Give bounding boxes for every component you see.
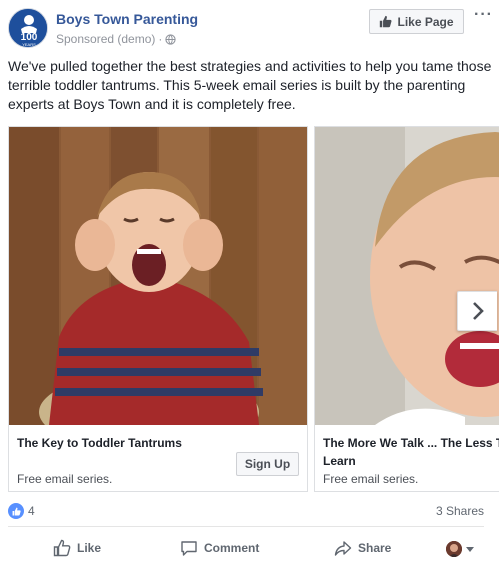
like-action-label: Like	[77, 541, 102, 555]
like-reaction-icon	[8, 503, 24, 519]
shares-count[interactable]: 3 Shares	[436, 504, 484, 518]
page-name-link[interactable]: Boys Town Parenting	[56, 11, 198, 27]
card-image-toddler-covering-ears[interactable]	[9, 127, 307, 425]
reactions-count: 4	[28, 504, 35, 518]
page-logo: 100 YEARS	[9, 9, 47, 47]
actor-photo	[446, 541, 462, 557]
card-description: Free email series.	[323, 472, 419, 486]
sponsored-post: 100 YEARS Boys Town Parenting Sponsored …	[0, 0, 499, 563]
toddler-photo	[9, 127, 307, 425]
comment-icon	[181, 541, 197, 556]
post-text: We've pulled together the best strategie…	[8, 58, 492, 112]
avatar-badge-sub: YEARS	[22, 42, 36, 47]
more-options-icon[interactable]: ···	[474, 7, 493, 23]
carousel-card[interactable]: The Key to Toddler Tantrums Sign Up Free…	[8, 126, 308, 492]
share-action-button[interactable]: Share	[334, 539, 391, 557]
chevron-right-icon	[472, 302, 484, 320]
card-image-crying-child[interactable]	[315, 127, 499, 425]
like-action-button[interactable]: Like	[53, 539, 101, 557]
card-title[interactable]: The More We Talk ... The Less T Learn	[323, 434, 499, 470]
globe-icon	[165, 33, 177, 45]
share-action-label: Share	[358, 541, 392, 555]
share-icon	[334, 541, 352, 556]
carousel-next-button[interactable]	[457, 291, 497, 331]
page-avatar[interactable]: 100 YEARS	[8, 8, 48, 48]
crying-child-photo	[315, 127, 499, 425]
carousel: The Key to Toddler Tantrums Sign Up Free…	[0, 126, 499, 494]
divider	[8, 526, 484, 527]
thumbs-up-icon	[12, 507, 21, 515]
thumbs-up-icon	[53, 539, 71, 557]
reactions-summary[interactable]: 4	[8, 503, 35, 519]
actor-selector[interactable]	[446, 541, 474, 557]
comment-action-button[interactable]: Comment	[180, 539, 259, 557]
chevron-down-icon	[466, 546, 474, 552]
sponsored-label[interactable]: Sponsored (demo)	[56, 32, 155, 46]
thumbs-up-icon	[380, 15, 392, 28]
like-page-button[interactable]: Like Page	[369, 9, 464, 34]
actor-avatar	[446, 541, 462, 557]
card-title[interactable]: The Key to Toddler Tantrums	[17, 434, 193, 452]
like-page-label: Like Page	[397, 14, 454, 29]
separator: ·	[158, 32, 163, 46]
sponsored-line: Sponsored (demo) ·	[56, 32, 177, 46]
comment-action-label: Comment	[204, 541, 260, 555]
sign-up-button[interactable]: Sign Up	[236, 452, 299, 476]
card-description: Free email series.	[17, 472, 113, 486]
